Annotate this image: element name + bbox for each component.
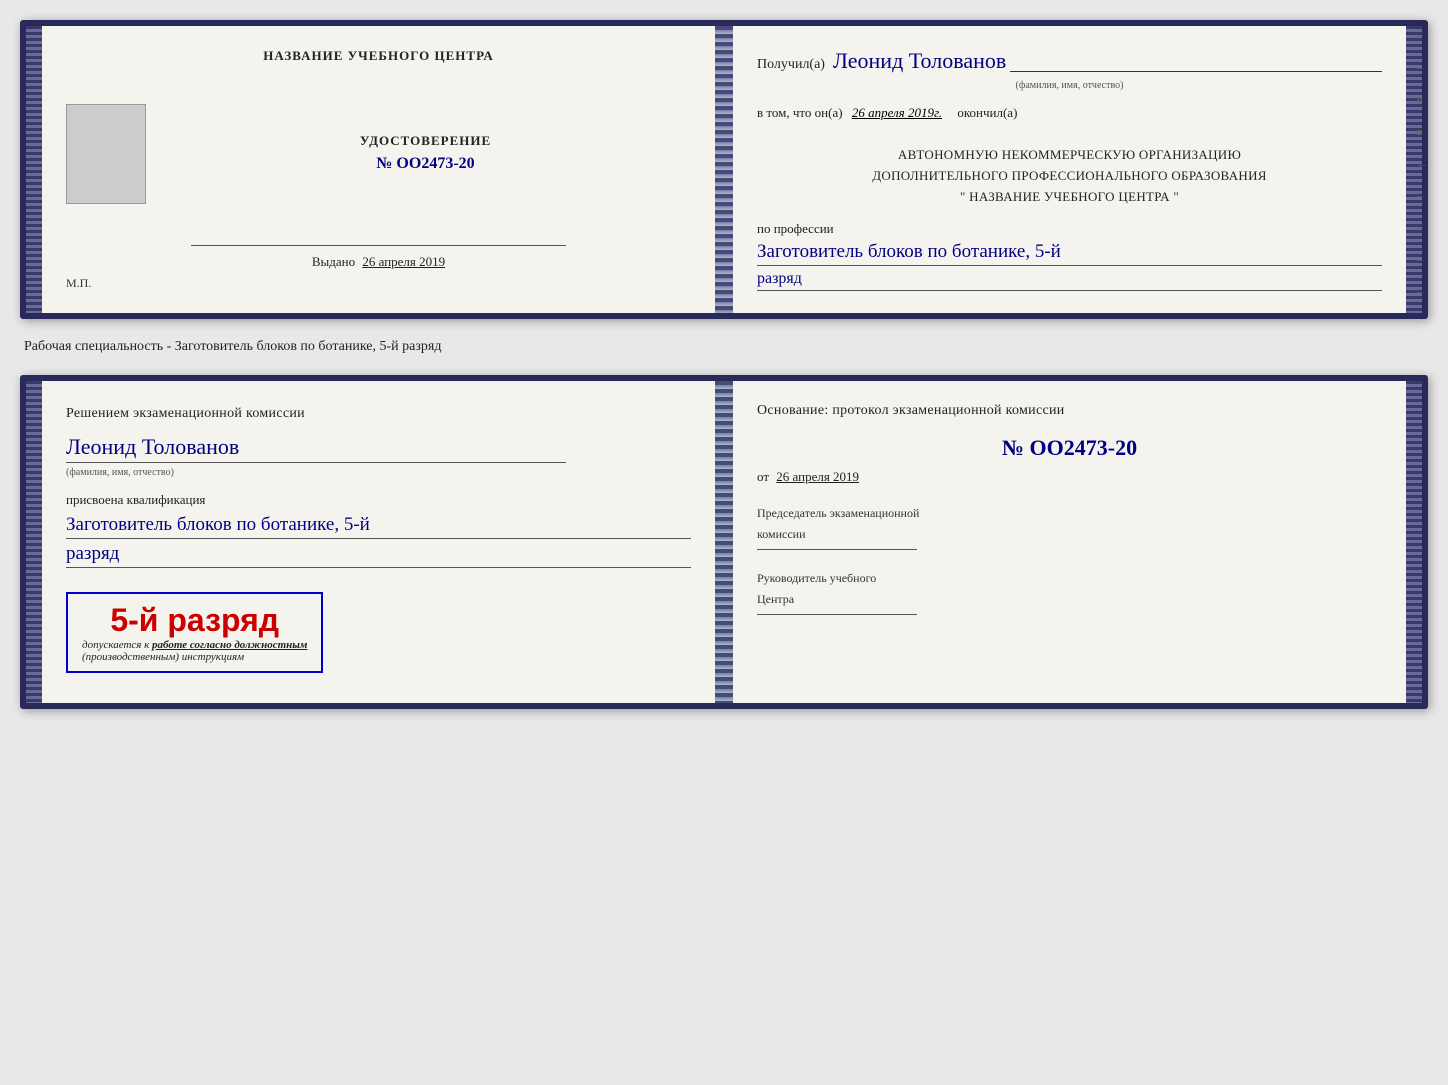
- predsedatel-label-1: Председатель экзаменационной: [757, 505, 1382, 522]
- rabota-text: работе согласно должностным: [152, 639, 307, 651]
- poluchil-name: Леонид Толованов: [833, 48, 1006, 74]
- dopuskaetsya-text: допускается к работе согласно должностны…: [82, 639, 307, 651]
- from-date: от 26 апреля 2019: [757, 469, 1382, 485]
- document-2: Решением экзаменационной комиссии Леонид…: [20, 375, 1428, 709]
- left-texture-1: [26, 26, 42, 313]
- org-block: АВТОНОМНУЮ НЕКОММЕРЧЕСКУЮ ОРГАНИЗАЦИЮ ДО…: [757, 145, 1382, 207]
- rukovoditel-label-2: Центра: [757, 591, 1382, 608]
- vydano-label: Выдано: [312, 254, 355, 269]
- decision-text: Решением экзаменационной комиссии: [66, 403, 691, 424]
- razryad-handwritten-1: разряд: [757, 270, 1382, 291]
- org-line3: " НАЗВАНИЕ УЧЕБНОГО ЦЕНТРА ": [757, 187, 1382, 208]
- received-line: Получил(а) Леонид Толованов: [757, 48, 1382, 74]
- document-1: НАЗВАНИЕ УЧЕБНОГО ЦЕНТРА УДОСТОВЕРЕНИЕ №…: [20, 20, 1428, 319]
- instruktsii-text: (производственным) инструкциям: [82, 651, 307, 663]
- specialty-label: Рабочая специальность - Заготовитель бло…: [20, 337, 1428, 357]
- protocol-number: № OO2473-20: [757, 435, 1382, 461]
- rukovoditel-sig-line: [757, 614, 917, 615]
- fio-label-1: (фамилия, имя, отчество): [757, 80, 1382, 91]
- photo-placeholder: [66, 104, 146, 204]
- profession-handwritten: Заготовитель блоков по ботанике, 5-й: [757, 241, 1382, 266]
- doc1-center-title: НАЗВАНИЕ УЧЕБНОГО ЦЕНТРА: [66, 48, 691, 64]
- predsedatel-label-2: комиссии: [757, 526, 1382, 543]
- center-spine-2: [715, 381, 733, 703]
- predsedatel-block: Председатель экзаменационной комиссии: [757, 505, 1382, 550]
- profession-block: по профессии Заготовитель блоков по бота…: [757, 221, 1382, 291]
- left-texture-2: [26, 381, 42, 703]
- rukovoditel-label-1: Руководитель учебного: [757, 570, 1382, 587]
- name-handwritten-2: Леонид Толованов: [66, 434, 239, 459]
- udostoverenie-label: УДОСТОВЕРЕНИЕ: [160, 133, 691, 149]
- mp-label: М.П.: [66, 276, 691, 291]
- doc2-left-panel: Решением экзаменационной комиссии Леонид…: [42, 381, 715, 703]
- vydano-date: 26 апреля 2019: [362, 254, 445, 269]
- vtom-date: 26 апреля 2019г.: [852, 105, 942, 120]
- osnovanie-text: Основание: протокол экзаменационной коми…: [757, 403, 1382, 419]
- vtom-prefix: в том, что он(а): [757, 105, 843, 120]
- ot-date: 26 апреля 2019: [776, 469, 859, 484]
- doc2-right-panel: Основание: протокол экзаменационной коми…: [733, 381, 1406, 703]
- dash-line-1: [1010, 71, 1382, 72]
- stamp-box: 5-й разряд допускается к работе согласно…: [66, 592, 323, 673]
- predsedatel-sig-line: [757, 549, 917, 550]
- center-spine-1: [715, 26, 733, 313]
- doc1-right-panel: Получил(а) Леонид Толованов (фамилия, им…: [733, 26, 1406, 313]
- page-wrapper: НАЗВАНИЕ УЧЕБНОГО ЦЕНТРА УДОСТОВЕРЕНИЕ №…: [20, 20, 1428, 709]
- org-line2: ДОПОЛНИТЕЛЬНОГО ПРОФЕССИОНАЛЬНОГО ОБРАЗО…: [757, 166, 1382, 187]
- qualification-handwritten: Заготовитель блоков по ботанике, 5-й: [66, 514, 370, 535]
- doc1-number: № OO2473-20: [160, 155, 691, 173]
- doc1-left-panel: НАЗВАНИЕ УЧЕБНОГО ЦЕНТРА УДОСТОВЕРЕНИЕ №…: [42, 26, 715, 313]
- stamp-main-text: 5-й разряд: [82, 602, 307, 639]
- razryad-handwritten-2: разряд: [66, 543, 119, 564]
- rukovoditel-block: Руководитель учебного Центра: [757, 570, 1382, 615]
- po-professii-label: по профессии: [757, 221, 1382, 237]
- org-line1: АВТОНОМНУЮ НЕКОММЕРЧЕСКУЮ ОРГАНИЗАЦИЮ: [757, 145, 1382, 166]
- okoncil-label: окончил(а): [957, 105, 1017, 120]
- prisvoena-label: присвоена квалификация: [66, 492, 691, 508]
- right-texture-2: [1406, 381, 1422, 703]
- poluchil-prefix: Получил(а): [757, 57, 825, 73]
- fio-label-2: (фамилия, имя, отчество): [66, 467, 691, 478]
- vtom-line: в том, что он(а) 26 апреля 2019г. окончи…: [757, 105, 1382, 121]
